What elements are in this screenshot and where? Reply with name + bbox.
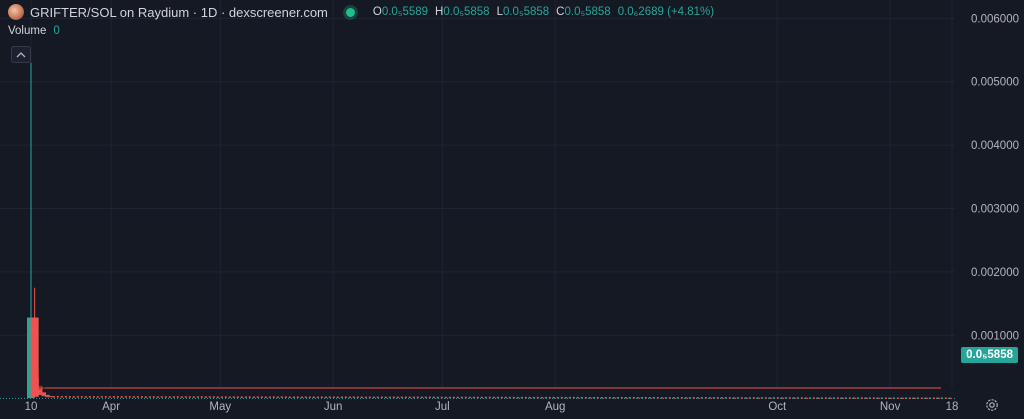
x-tick-label: Nov bbox=[880, 401, 901, 413]
chevron-up-icon bbox=[16, 51, 26, 57]
y-tick-label: 0.004000 bbox=[971, 140, 1019, 152]
open-label: O bbox=[372, 6, 382, 18]
candle-body bbox=[37, 392, 46, 395]
close-value: 0.0₅5858 bbox=[564, 6, 611, 18]
candle-tail bbox=[52, 396, 953, 400]
low-value: 0.0₅5858 bbox=[502, 6, 550, 18]
collapse-legend-button[interactable] bbox=[11, 46, 31, 63]
x-tick-label: Oct bbox=[768, 401, 787, 413]
x-tick-label: Jun bbox=[324, 401, 343, 413]
x-tick-label: Aug bbox=[545, 401, 565, 413]
x-tick-label: May bbox=[209, 401, 231, 413]
y-tick-label: 0.002000 bbox=[971, 267, 1019, 279]
chart-legend: GRIFTER/SOL on Raydium · 1D · dexscreene… bbox=[8, 3, 714, 21]
token-avatar-icon bbox=[8, 4, 24, 20]
last-price-label: 0.0₅5858 bbox=[961, 347, 1018, 363]
gear-icon bbox=[986, 399, 998, 411]
y-tick-label: 0.005000 bbox=[971, 77, 1019, 89]
volume-value: 0 bbox=[53, 25, 60, 37]
candle-body bbox=[45, 396, 54, 398]
candle-body bbox=[41, 394, 50, 397]
volume-label: Volume bbox=[8, 25, 47, 37]
candlestick-chart[interactable]: 0.006000 0.005000 0.004000 0.003000 0.002000… bbox=[0, 0, 1024, 419]
high-value: 0.0₅5858 bbox=[443, 6, 490, 18]
chart-area[interactable]: 0.006000 0.005000 0.004000 0.003000 0.002000… bbox=[0, 0, 1024, 419]
x-tick-label: Jul bbox=[435, 401, 450, 413]
x-tick-label: 10 bbox=[25, 401, 38, 413]
y-tick-label: 0.001000 bbox=[971, 330, 1019, 342]
candle-body bbox=[30, 317, 39, 397]
price-change: 0.0₆2689 (+4.81%) bbox=[617, 6, 715, 18]
market-status-dot bbox=[345, 7, 355, 17]
y-tick-label: 0.006000 bbox=[971, 13, 1019, 25]
x-tick-label: 18 bbox=[946, 401, 959, 413]
chart-settings-button[interactable] bbox=[983, 396, 1001, 414]
chart-title: GRIFTER/SOL on Raydium · 1D · dexscreene… bbox=[30, 4, 328, 20]
y-tick-label: 0.003000 bbox=[971, 204, 1019, 216]
x-tick-label: Apr bbox=[102, 401, 120, 413]
candle-body bbox=[34, 389, 43, 393]
volume-legend: Volume 0 bbox=[8, 25, 60, 37]
open-value: 0.0₅5589 bbox=[381, 6, 429, 18]
ohlc-values: O0.0₅5589 H0.0₅5858 L0.0₅5858 C0.0₅5858 … bbox=[373, 6, 714, 18]
